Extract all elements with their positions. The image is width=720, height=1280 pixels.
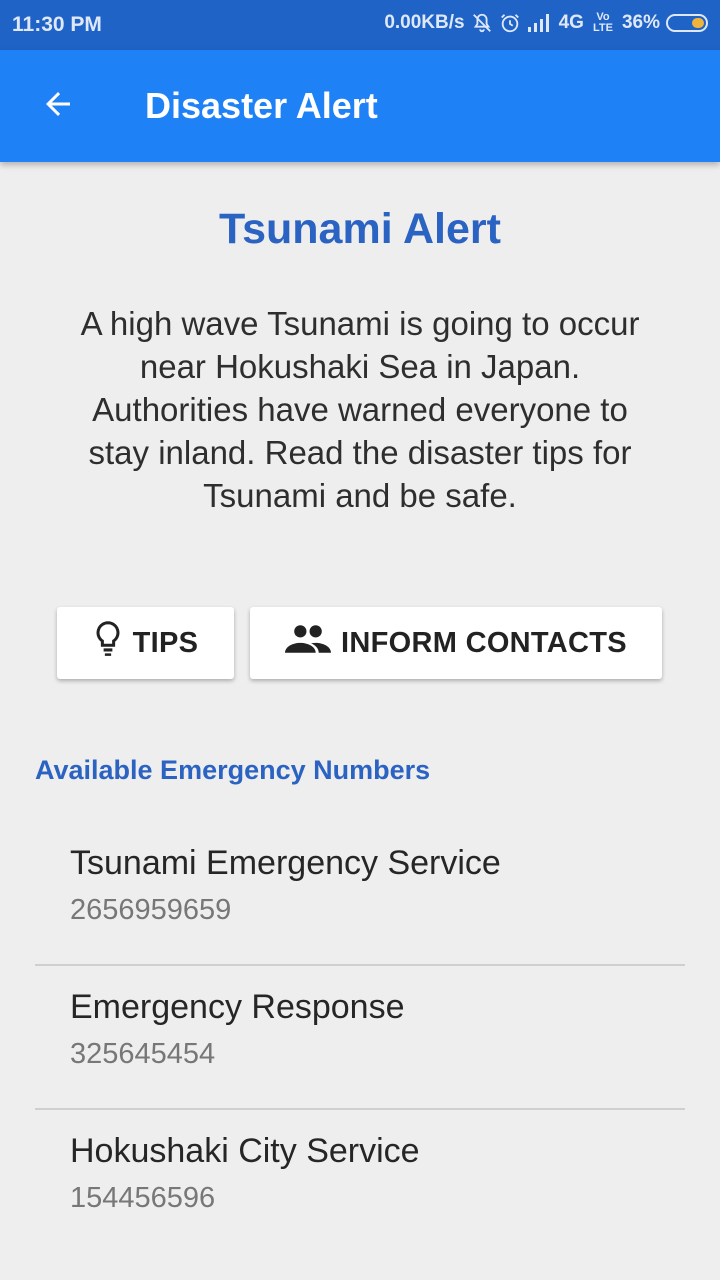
volte-label: Vo LTE bbox=[592, 11, 613, 34]
battery-percent: 36% bbox=[621, 12, 660, 33]
back-button[interactable] bbox=[30, 78, 86, 134]
network-speed: 0.00KB/s bbox=[384, 12, 465, 33]
inform-contacts-button[interactable]: INFORM CONTACTS bbox=[250, 607, 662, 679]
emergency-numbers-header: Available Emergency Numbers bbox=[35, 755, 431, 785]
alert-title: Tsunami Alert bbox=[219, 205, 501, 253]
tips-label: TIPS bbox=[132, 626, 199, 659]
tips-button[interactable]: TIPS bbox=[57, 607, 234, 679]
status-icons: 0.00KB/s 4G Vo LTE 36% bbox=[384, 12, 708, 34]
status-bar: 11:30 PM 0.00KB/s 4G Vo LTE 36% bbox=[0, 0, 720, 50]
emergency-number-list: Tsunami Emergency Service 2656959659 Eme… bbox=[35, 822, 685, 1252]
list-item[interactable]: Emergency Response 325645454 bbox=[35, 964, 685, 1108]
status-time: 11:30 PM bbox=[12, 13, 102, 36]
list-item[interactable]: Hokushaki City Service 154456596 bbox=[35, 1108, 685, 1252]
app-bar: Disaster Alert bbox=[0, 50, 720, 162]
people-icon bbox=[285, 623, 332, 663]
contact-number: 154456596 bbox=[70, 1182, 216, 1214]
app-title: Disaster Alert bbox=[145, 85, 378, 126]
contact-number: 2656959659 bbox=[70, 894, 232, 926]
mute-icon bbox=[471, 12, 493, 34]
list-item[interactable]: Tsunami Emergency Service 2656959659 bbox=[35, 822, 685, 964]
alarm-icon bbox=[499, 12, 521, 34]
signal-icon bbox=[527, 13, 553, 33]
lightbulb-icon bbox=[93, 620, 123, 666]
alert-message: A high wave Tsunami is going to occur ne… bbox=[80, 305, 640, 514]
contact-name: Hokushaki City Service bbox=[70, 1132, 420, 1170]
contact-number: 325645454 bbox=[70, 1038, 216, 1070]
network-type: 4G bbox=[558, 12, 584, 33]
battery-icon bbox=[666, 14, 708, 32]
arrow-back-icon bbox=[40, 86, 76, 126]
contact-name: Emergency Response bbox=[70, 988, 405, 1026]
contact-name: Tsunami Emergency Service bbox=[70, 844, 501, 882]
inform-contacts-label: INFORM CONTACTS bbox=[341, 626, 627, 659]
